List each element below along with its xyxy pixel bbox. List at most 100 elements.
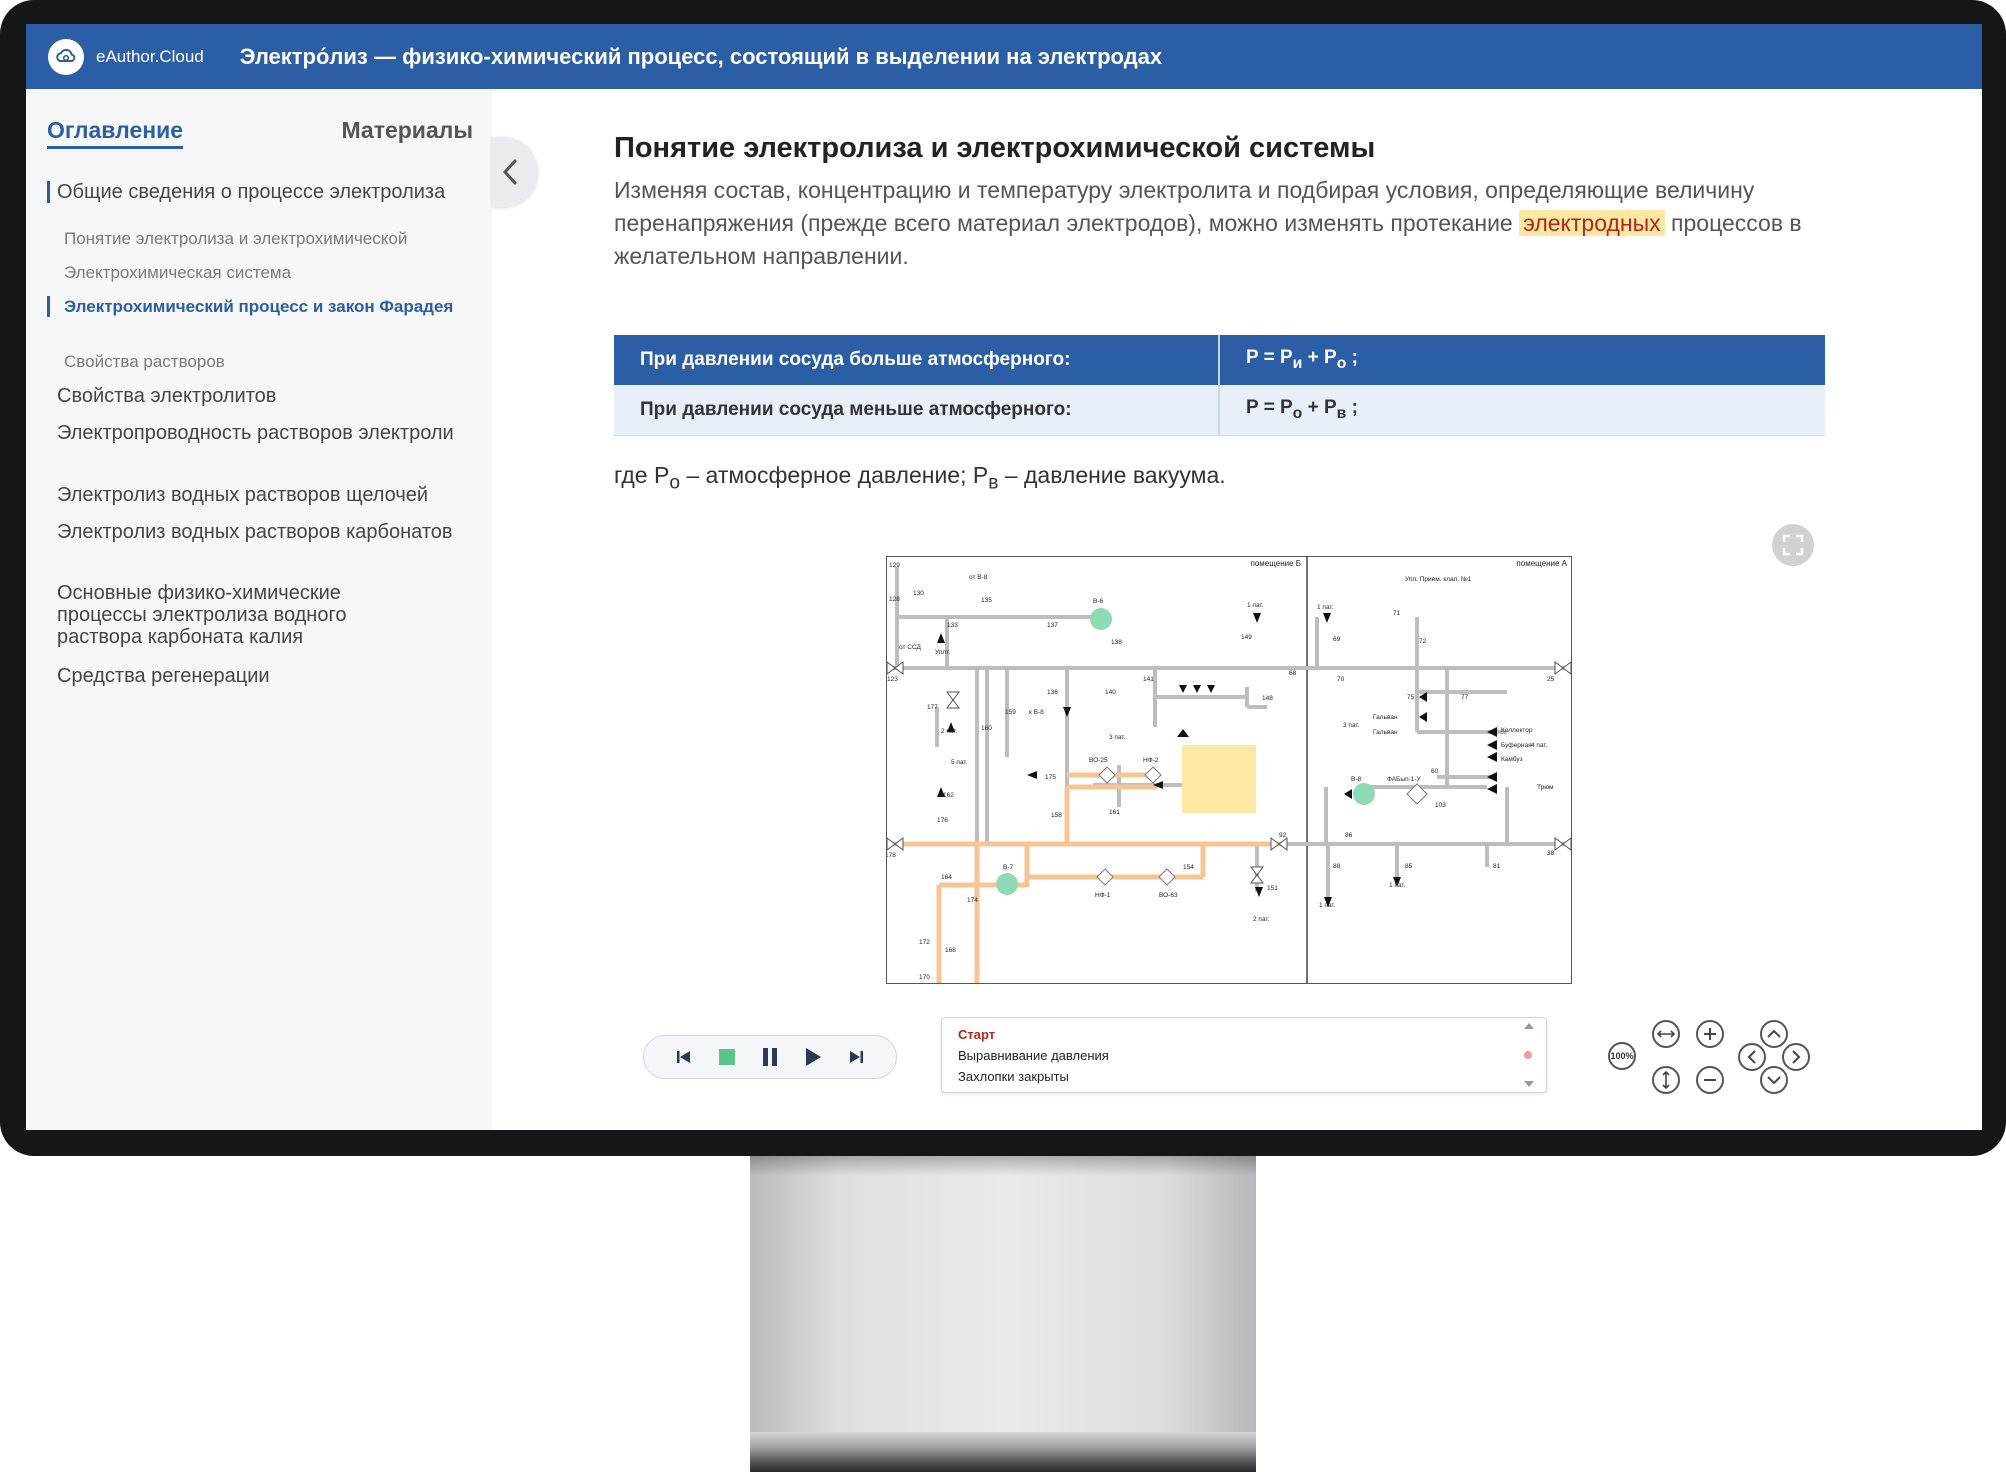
svg-text:138: 138 bbox=[1111, 639, 1122, 646]
svg-text:148: 148 bbox=[1262, 695, 1273, 702]
toc-subitem[interactable]: Понятие электролиза и электрохимической bbox=[47, 228, 477, 249]
fit-height-button[interactable] bbox=[1652, 1066, 1680, 1094]
pan-up-button[interactable] bbox=[1760, 1020, 1788, 1048]
fit-width-button[interactable] bbox=[1652, 1020, 1680, 1048]
active-section-marker bbox=[47, 181, 50, 203]
monitor-stand bbox=[750, 1156, 1256, 1472]
svg-text:к В-8: к В-8 bbox=[1029, 709, 1044, 716]
logo[interactable]: eAuthor.Cloud bbox=[48, 38, 204, 75]
svg-text:от В-8: от В-8 bbox=[969, 574, 988, 581]
step-item[interactable]: Старт bbox=[958, 1027, 995, 1042]
glossary-term-highlight[interactable]: электродных bbox=[1519, 210, 1665, 236]
toc-subitem[interactable]: Электрохимическая система bbox=[47, 262, 477, 283]
svg-text:Буферная: Буферная bbox=[1501, 742, 1532, 749]
chevron-up-icon bbox=[1767, 1029, 1781, 1038]
svg-text:162: 162 bbox=[943, 792, 954, 799]
step-item[interactable]: Выравнивание давления bbox=[958, 1048, 1109, 1063]
screen: eAuthor.Cloud Электро́лиз — физико-химич… bbox=[26, 24, 1982, 1130]
toc-item[interactable]: Свойства электролитов bbox=[47, 385, 477, 407]
svg-text:В-7: В-7 bbox=[1003, 864, 1014, 871]
svg-text:178: 178 bbox=[887, 852, 896, 859]
zoom-reset-button[interactable]: 100% bbox=[1608, 1042, 1636, 1070]
svg-text:177: 177 bbox=[927, 704, 938, 711]
tank-icon bbox=[1182, 745, 1256, 813]
pan-right-button[interactable] bbox=[1782, 1043, 1810, 1071]
cloud-logo-icon bbox=[48, 38, 84, 75]
toc-item[interactable]: Основные физико-химические процессы элек… bbox=[47, 582, 377, 648]
svg-text:60: 60 bbox=[1431, 768, 1439, 775]
animation-player bbox=[643, 1035, 897, 1079]
fit-width-icon bbox=[1657, 1030, 1675, 1038]
fullscreen-button[interactable] bbox=[1772, 524, 1814, 566]
svg-text:В-8: В-8 bbox=[1351, 776, 1362, 783]
formula-legend: где Po – атмосферное давление; Pв – давл… bbox=[614, 462, 1226, 494]
svg-text:от ССД: от ССД bbox=[899, 644, 922, 651]
svg-text:3 пат.: 3 пат. bbox=[1109, 734, 1126, 741]
pause-button[interactable] bbox=[756, 1043, 784, 1071]
svg-text:1 пат.: 1 пат. bbox=[1317, 604, 1334, 611]
svg-text:86: 86 bbox=[1345, 832, 1353, 839]
svg-text:69: 69 bbox=[1333, 636, 1341, 643]
svg-text:1 пат.: 1 пат. bbox=[1247, 602, 1264, 609]
svg-text:Гальван: Гальван bbox=[1373, 714, 1398, 721]
plus-icon bbox=[1704, 1028, 1716, 1040]
zoom-out-button[interactable] bbox=[1696, 1066, 1724, 1094]
toc-item[interactable]: Электролиз водных растворов карбонатов bbox=[47, 521, 477, 543]
zoom-pan-controls: 100% bbox=[1608, 1014, 1810, 1100]
svg-text:В-6: В-6 bbox=[1093, 598, 1104, 605]
svg-text:164: 164 bbox=[941, 874, 952, 881]
svg-text:Камбуз: Камбуз bbox=[1501, 755, 1523, 763]
chevron-left-icon bbox=[502, 159, 517, 185]
pump-icon bbox=[1090, 608, 1112, 630]
svg-text:141: 141 bbox=[1143, 676, 1154, 683]
toc-item[interactable]: Средства регенерации bbox=[47, 665, 477, 687]
collapse-sidebar-button[interactable] bbox=[492, 137, 538, 207]
svg-text:137: 137 bbox=[1047, 622, 1058, 629]
zoom-in-button[interactable] bbox=[1696, 1020, 1724, 1048]
svg-text:168: 168 bbox=[945, 947, 956, 954]
svg-text:НФ-2: НФ-2 bbox=[1143, 757, 1159, 764]
svg-text:3 пат.: 3 пат. bbox=[1343, 722, 1360, 729]
toc-subitem[interactable]: Свойства растворов bbox=[47, 351, 477, 372]
sidebar: Оглавление Материалы Общие сведения о пр… bbox=[26, 89, 492, 1130]
toc-subitem-active[interactable]: Электрохимический процесс и закон Фараде… bbox=[47, 296, 477, 317]
svg-text:135: 135 bbox=[981, 597, 992, 604]
svg-text:175: 175 bbox=[1045, 774, 1056, 781]
scroll-up-icon[interactable] bbox=[1524, 1023, 1534, 1029]
pump-icon bbox=[1353, 783, 1375, 805]
table-cell-formula: P = Po + Pв ; bbox=[1219, 385, 1825, 436]
svg-text:133: 133 bbox=[947, 622, 958, 629]
svg-text:71: 71 bbox=[1393, 610, 1401, 617]
skip-back-button[interactable] bbox=[670, 1043, 698, 1071]
section-heading: Понятие электролиза и электрохимической … bbox=[614, 132, 1376, 164]
page-title: Электро́лиз — физико-химический процесс,… bbox=[239, 43, 1163, 69]
scroll-down-icon[interactable] bbox=[1524, 1081, 1534, 1087]
svg-text:38: 38 bbox=[1547, 850, 1555, 857]
toc-item[interactable]: Электропроводность растворов электроли bbox=[47, 422, 477, 444]
skip-forward-button[interactable] bbox=[842, 1043, 870, 1071]
svg-text:70: 70 bbox=[1337, 676, 1345, 683]
tab-materials[interactable]: Материалы bbox=[341, 117, 473, 144]
svg-text:154: 154 bbox=[1183, 864, 1194, 871]
table-row: При давлении сосуда больше атмосферного:… bbox=[614, 335, 1825, 385]
svg-text:159: 159 bbox=[1005, 709, 1016, 716]
toc-item[interactable]: Электролиз водных растворов щелочей bbox=[47, 484, 477, 506]
svg-text:Упл. Прием. клап. №1: Упл. Прием. клап. №1 bbox=[1405, 576, 1472, 583]
svg-text:130: 130 bbox=[913, 590, 924, 597]
toc-item[interactable]: Общие сведения о процессе электролиза bbox=[47, 181, 477, 203]
play-button[interactable] bbox=[799, 1043, 827, 1071]
chevron-right-icon bbox=[1792, 1050, 1801, 1064]
step-item[interactable]: Захлопки закрыты bbox=[958, 1069, 1069, 1084]
svg-text:151: 151 bbox=[1267, 885, 1278, 892]
svg-text:25: 25 bbox=[1547, 676, 1555, 683]
stop-button[interactable] bbox=[713, 1043, 741, 1071]
svg-text:НФ-1: НФ-1 bbox=[1095, 892, 1111, 899]
piping-scheme[interactable]: помещение Б помещение А 129 130 от В-8 1… bbox=[885, 556, 1572, 984]
pan-down-button[interactable] bbox=[1760, 1066, 1788, 1094]
tab-contents[interactable]: Оглавление bbox=[47, 117, 184, 149]
pan-left-button[interactable] bbox=[1738, 1043, 1766, 1071]
chevron-left-icon bbox=[1747, 1050, 1756, 1064]
svg-text:88: 88 bbox=[1333, 863, 1341, 870]
animation-steps-list[interactable]: Старт Выравнивание давления Захлопки зак… bbox=[941, 1017, 1547, 1093]
minus-icon bbox=[1704, 1079, 1716, 1081]
